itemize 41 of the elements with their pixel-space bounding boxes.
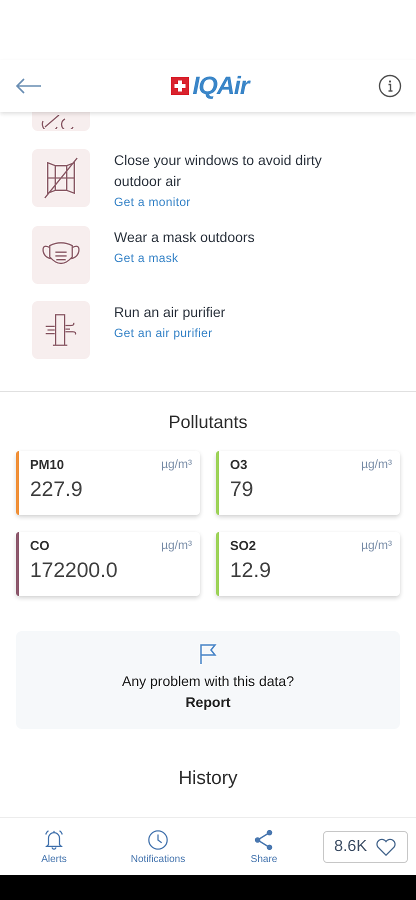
report-button[interactable]: Report [185,694,231,710]
pollutant-value: 12.9 [230,559,272,583]
product-link[interactable]: Get a monitor [114,195,346,209]
nav-button[interactable]: Alerts [20,828,88,864]
nav-button[interactable]: Notifications [108,828,208,864]
share-icon [253,828,275,850]
pollutant-card[interactable]: PM10 µg/m³ 227.9 [16,451,200,515]
bell-icon [43,828,65,850]
section-title: Pollutants [167,412,249,433]
like-button[interactable]: 8.6K [323,830,408,862]
pollutant-card[interactable]: SO2 µg/m³ 12.9 [216,532,400,596]
product-link[interactable]: Get a mask [114,251,255,265]
back-icon[interactable] [16,78,42,94]
report-question: Any problem with this data? [122,673,294,689]
pollutant-value: 172200.0 [30,559,119,583]
unit-label: µg/m³ [161,538,192,553]
unit-label: µg/m³ [361,457,392,472]
heart-icon [375,836,397,856]
pollutant-name: SO2 [230,538,256,553]
pollutant-name: O3 [230,457,248,472]
pollutant-value: 227.9 [30,478,84,502]
clock-icon [147,828,169,850]
swiss-cross-icon [171,77,190,95]
pollutant-name: CO [30,538,50,553]
nav-button[interactable]: Share [214,828,314,864]
recommendation-text: Wear a mask outdoors [114,228,255,247]
product-link[interactable]: Get an air purifier [114,326,226,340]
unit-label: µg/m³ [161,457,192,472]
info-icon[interactable] [378,74,402,98]
pollutant-name: PM10 [30,457,64,472]
air-purifier-icon [43,312,79,348]
pollutant-card[interactable]: CO µg/m³ 172200.0 [16,532,200,596]
recommendation-text: Run an air purifier [114,303,226,322]
crossed-window-icon [42,157,80,199]
logo-text: IQAir [192,72,249,100]
pollutant-value: 79 [230,478,254,502]
unit-label: µg/m³ [361,538,392,553]
section-title: History [177,769,239,789]
pollutant-card[interactable]: O3 µg/m³ 79 [216,451,400,515]
recommendation-text: Close your windows to avoid dirty outdoor air [114,151,323,191]
flag-icon [199,644,217,664]
